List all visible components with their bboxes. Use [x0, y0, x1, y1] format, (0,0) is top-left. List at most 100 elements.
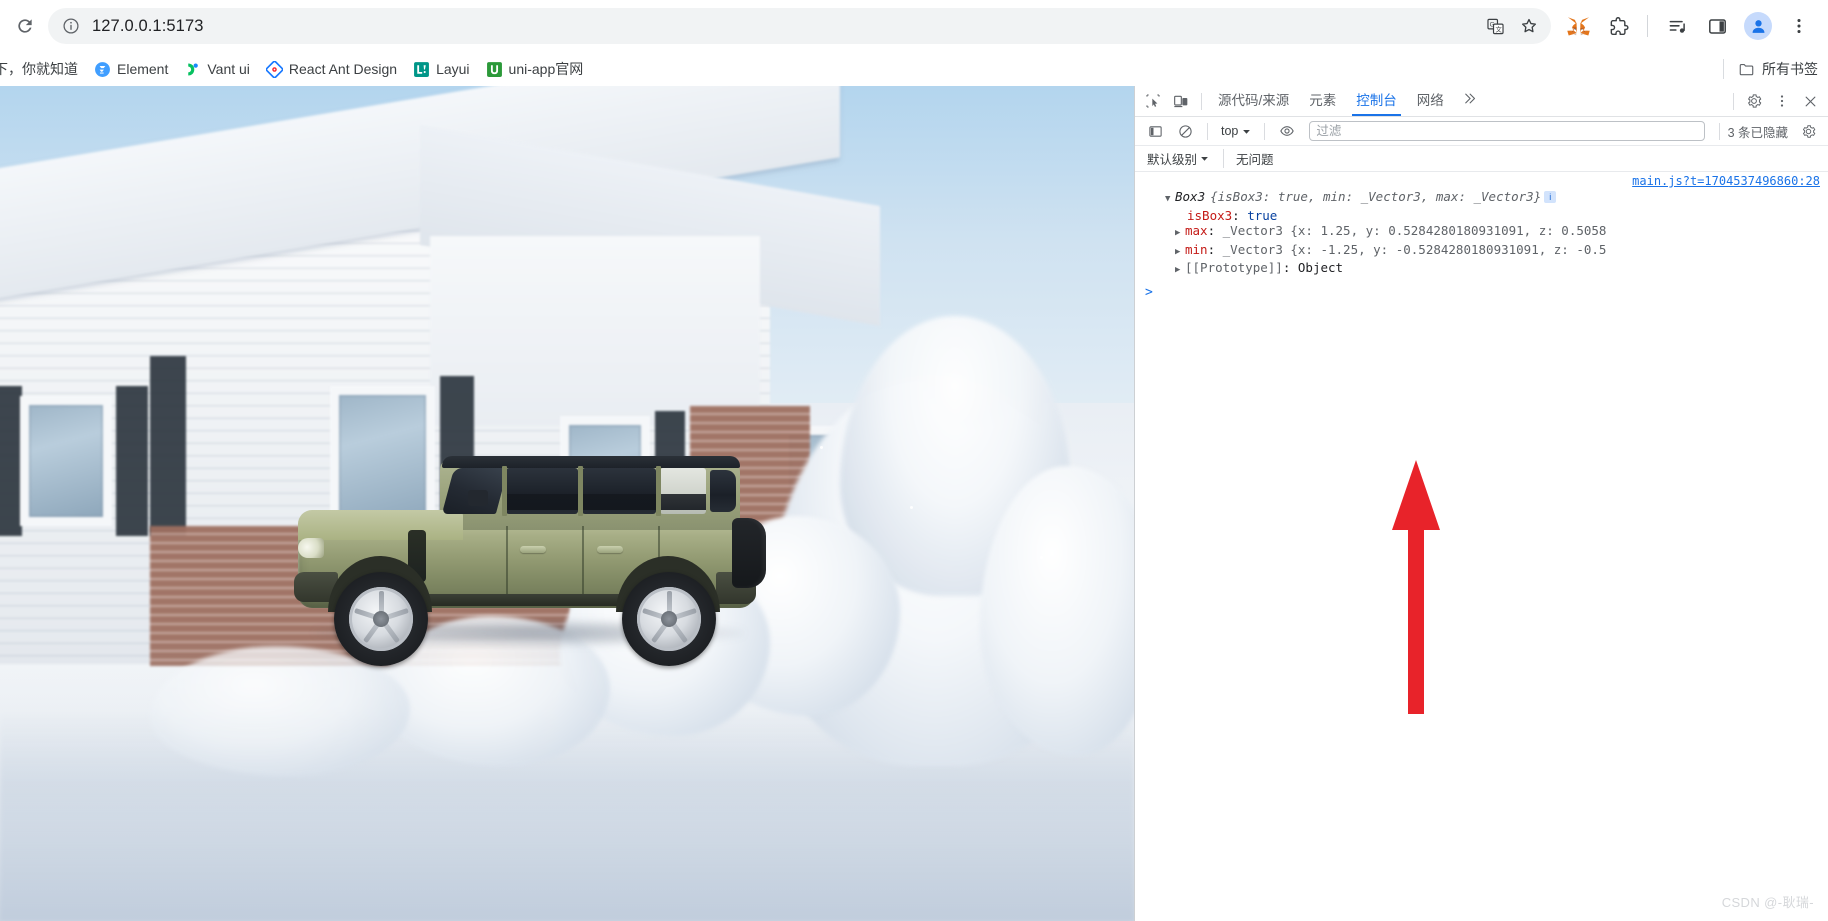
device-toolbar-button[interactable]: [1167, 88, 1195, 114]
tab-network[interactable]: 网络: [1407, 86, 1454, 116]
property-key: [[Prototype]]: [1185, 260, 1283, 275]
car-window-strip: [506, 494, 706, 510]
reload-icon: [18, 19, 32, 33]
side-panel-icon: [1708, 18, 1726, 34]
log-property-min[interactable]: ▶ min: _Vector3 {x: -1.25, y: -0.52842801…: [1143, 242, 1820, 261]
inspect-element-button[interactable]: [1139, 88, 1167, 114]
car-rim: [637, 587, 701, 651]
svg-text:文: 文: [1495, 24, 1502, 33]
car-roof: [442, 456, 740, 468]
clear-console-button[interactable]: [1171, 118, 1199, 144]
console-messages[interactable]: main.js?t=1704537496860:28 ▼ Box3 {isBox3:…: [1135, 172, 1828, 921]
metamask-extension-button[interactable]: [1559, 7, 1597, 45]
bookmarks-divider: [1723, 59, 1724, 79]
browser-toolbar: 127.0.0.1:5173 G 文: [0, 0, 1828, 52]
tabbar-divider: [1201, 92, 1202, 110]
browser-window: 127.0.0.1:5173 G 文 下，你就知道 Element Vant u…: [0, 0, 1828, 921]
media-control-button[interactable]: [1658, 7, 1696, 45]
side-panel-button[interactable]: [1698, 7, 1736, 45]
console-sidebar-toggle[interactable]: [1141, 118, 1169, 144]
live-expression-button[interactable]: [1273, 118, 1301, 144]
info-circle-icon[interactable]: [60, 15, 82, 37]
chevron-double-right-icon: [1464, 93, 1475, 104]
caret-down-icon: [1201, 157, 1208, 161]
ar-scene: [0, 86, 1134, 921]
filterbar-divider-3: [1718, 122, 1720, 140]
device-toolbar-icon: [1174, 95, 1188, 108]
tab-console[interactable]: 控制台: [1346, 86, 1407, 116]
devtools-settings-button[interactable]: [1740, 88, 1768, 114]
bookmark-star-icon[interactable]: [1513, 10, 1545, 42]
extensions-puzzle-icon: [1610, 16, 1629, 35]
console-filter-input[interactable]: [1309, 121, 1705, 141]
car-rim: [349, 587, 413, 651]
element-ui-icon: [95, 61, 110, 77]
live-expression-eye-icon: [1280, 126, 1295, 136]
translate-icon[interactable]: G 文: [1479, 10, 1511, 42]
all-bookmarks-button[interactable]: 所有书签: [1730, 55, 1828, 83]
issues-status: 无问题: [1223, 149, 1274, 168]
media-list-icon: [1669, 20, 1685, 33]
close-icon: [1805, 96, 1815, 106]
info-badge[interactable]: i: [1544, 191, 1557, 203]
property-value: Object: [1297, 260, 1344, 275]
bookmark-label: 下，你就知道: [0, 61, 78, 77]
property-value: true: [1247, 207, 1278, 223]
expand-caret-icon[interactable]: ▶: [1175, 263, 1185, 279]
chrome-menu-button[interactable]: [1780, 7, 1818, 45]
car-door-seam: [506, 526, 508, 602]
log-property-prototype[interactable]: ▶ [[Prototype]]: Object: [1143, 260, 1820, 279]
folder-icon: [1739, 63, 1754, 75]
layui-icon: [414, 61, 430, 77]
expand-caret-icon[interactable]: ▶: [1175, 245, 1185, 261]
expand-caret-icon[interactable]: ▼: [1165, 192, 1175, 208]
console-log-entry[interactable]: main.js?t=1704537496860:28 ▼ Box3 {isBox3:…: [1135, 172, 1828, 281]
log-level-selector[interactable]: 默认级别: [1143, 147, 1213, 170]
inspect-element-icon: [1146, 94, 1160, 108]
car-wheel: [622, 572, 716, 666]
execution-context-selector[interactable]: top: [1216, 122, 1256, 140]
console-prompt[interactable]: >: [1135, 281, 1828, 304]
property-key: max: [1185, 223, 1208, 238]
bookmark-label: Element: [117, 61, 169, 77]
profile-avatar[interactable]: [1744, 12, 1772, 40]
three-dot-menu-icon: [1797, 18, 1801, 34]
page-viewport[interactable]: [0, 86, 1134, 921]
filterbar-divider-2: [1264, 122, 1266, 140]
bookmark-label: React Ant Design: [288, 61, 398, 77]
car-side-mirror: [468, 490, 488, 506]
window-shutter: [150, 356, 186, 536]
address-bar[interactable]: 127.0.0.1:5173 G 文: [48, 8, 1551, 44]
house-gable: [430, 236, 760, 426]
uniapp-icon: [486, 61, 502, 77]
bookmark-item-layui[interactable]: Layui: [405, 57, 477, 82]
bookmark-item-vant-ui[interactable]: Vant ui: [176, 57, 258, 82]
expand-caret-icon[interactable]: ▶: [1175, 226, 1185, 242]
bookmark-label: uni-app官网: [508, 61, 584, 77]
profile-avatar-icon: [1752, 19, 1764, 33]
extensions-button[interactable]: [1599, 7, 1637, 45]
car-pillar: [502, 466, 507, 516]
devtools-close-button[interactable]: [1796, 88, 1824, 114]
bookmark-item-element[interactable]: Element: [86, 57, 176, 82]
car-3d-model[interactable]: [292, 452, 770, 666]
bookmark-item-baidu[interactable]: 下，你就知道: [0, 55, 86, 83]
tab-sources[interactable]: 源代码/来源: [1208, 86, 1299, 116]
console-settings-button[interactable]: [1794, 118, 1822, 144]
devtools-tabbar: 源代码/来源 元素 控制台 网络: [1135, 86, 1828, 117]
bookmark-item-uniapp[interactable]: uni-app官网: [478, 55, 592, 83]
address-bar-url[interactable]: 127.0.0.1:5173: [92, 17, 1479, 36]
devtools-menu-button[interactable]: [1768, 88, 1796, 114]
house-window: [20, 396, 112, 526]
reload-button[interactable]: [6, 7, 44, 45]
car-door-handle: [520, 546, 546, 553]
red-up-arrow-annotation: [1392, 460, 1440, 714]
caret-down-icon: [1243, 129, 1251, 134]
log-property-max[interactable]: ▶ max: _Vector3 {x: 1.25, y: 0.5284280180…: [1143, 223, 1820, 242]
tab-elements[interactable]: 元素: [1299, 86, 1346, 116]
bookmark-item-react-ant-design[interactable]: React Ant Design: [258, 57, 405, 82]
more-tabs-button[interactable]: [1454, 91, 1485, 111]
object-type-name: Box3: [1175, 189, 1206, 204]
console-source-link[interactable]: main.js?t=1704537496860:28: [1632, 174, 1820, 188]
car-pillar: [578, 466, 583, 516]
